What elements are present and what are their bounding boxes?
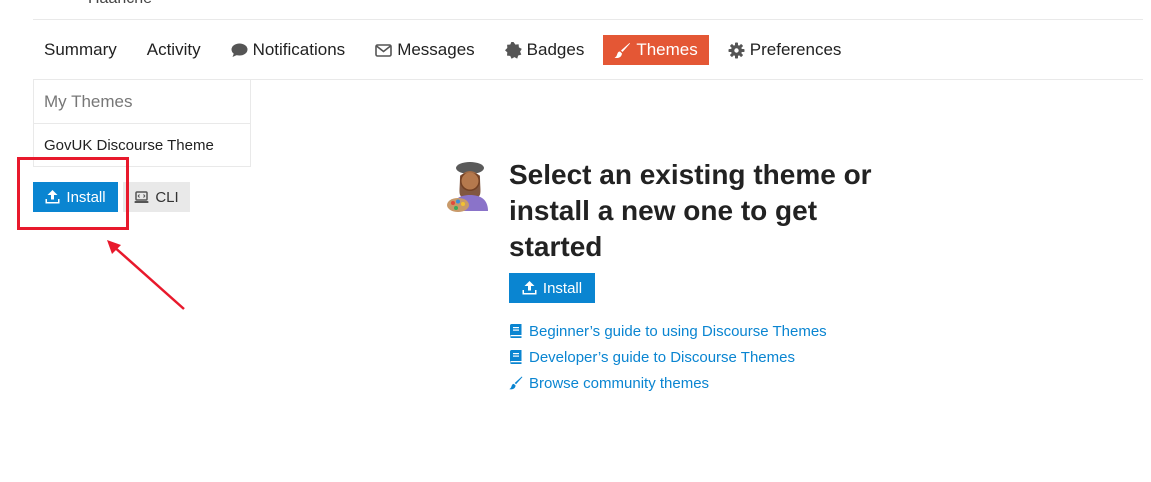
- my-themes-list: My Themes GovUK Discourse Theme: [33, 80, 251, 167]
- developers-guide-link[interactable]: Developer’s guide to Discourse Themes: [509, 344, 827, 370]
- empty-state-title: Select an existing theme or install a ne…: [509, 159, 872, 262]
- browse-community-themes-label: Browse community themes: [529, 374, 710, 392]
- theme-guide-links: Beginner’s guide to using Discourse Them…: [509, 318, 827, 396]
- tab-preferences-label: Preferences: [749, 40, 842, 59]
- cli-button-label: CLI: [155, 188, 179, 206]
- comment-icon: [231, 42, 248, 59]
- tab-summary-label: Summary: [44, 40, 117, 59]
- paintbrush-icon: [509, 376, 524, 390]
- tab-activity[interactable]: Activity: [136, 35, 212, 65]
- tab-messages[interactable]: Messages: [364, 35, 485, 65]
- tab-notifications-label: Notifications: [252, 40, 346, 59]
- tab-summary[interactable]: Summary: [33, 35, 128, 65]
- user-nav: Summary Activity Notifications Messages …: [33, 35, 860, 65]
- top-divider: [33, 19, 1143, 20]
- tab-messages-label: Messages: [397, 40, 475, 59]
- browse-community-themes-link[interactable]: Browse community themes: [509, 370, 827, 396]
- tab-themes[interactable]: Themes: [603, 35, 709, 65]
- cli-button[interactable]: CLI: [123, 182, 190, 212]
- my-themes-heading: My Themes: [34, 80, 250, 124]
- book-icon: [509, 350, 524, 364]
- tab-badges-label: Badges: [526, 40, 585, 59]
- gear-icon: [728, 42, 745, 59]
- tab-themes-label: Themes: [636, 40, 698, 59]
- page-top-clipped-text: Haanche: [88, 0, 152, 8]
- developers-guide-label: Developer’s guide to Discourse Themes: [529, 348, 795, 366]
- annotation-arrow: [107, 240, 185, 310]
- paintbrush-icon: [614, 42, 631, 59]
- certificate-icon: [504, 41, 522, 59]
- tab-activity-label: Activity: [146, 40, 201, 59]
- upload-icon: [522, 281, 537, 295]
- beginners-guide-label: Beginner’s guide to using Discourse Them…: [529, 322, 827, 340]
- envelope-icon: [375, 42, 392, 59]
- tab-badges[interactable]: Badges: [494, 35, 596, 65]
- tab-preferences[interactable]: Preferences: [717, 35, 853, 65]
- tab-notifications[interactable]: Notifications: [220, 35, 357, 65]
- beginners-guide-link[interactable]: Beginner’s guide to using Discourse Them…: [509, 318, 827, 344]
- annotation-highlight-box: [17, 157, 129, 230]
- laptop-code-icon: [134, 190, 149, 204]
- install-theme-main-button[interactable]: Install: [509, 273, 595, 303]
- install-theme-main-label: Install: [542, 279, 583, 297]
- book-icon: [509, 324, 524, 338]
- artist-icon: [444, 159, 496, 215]
